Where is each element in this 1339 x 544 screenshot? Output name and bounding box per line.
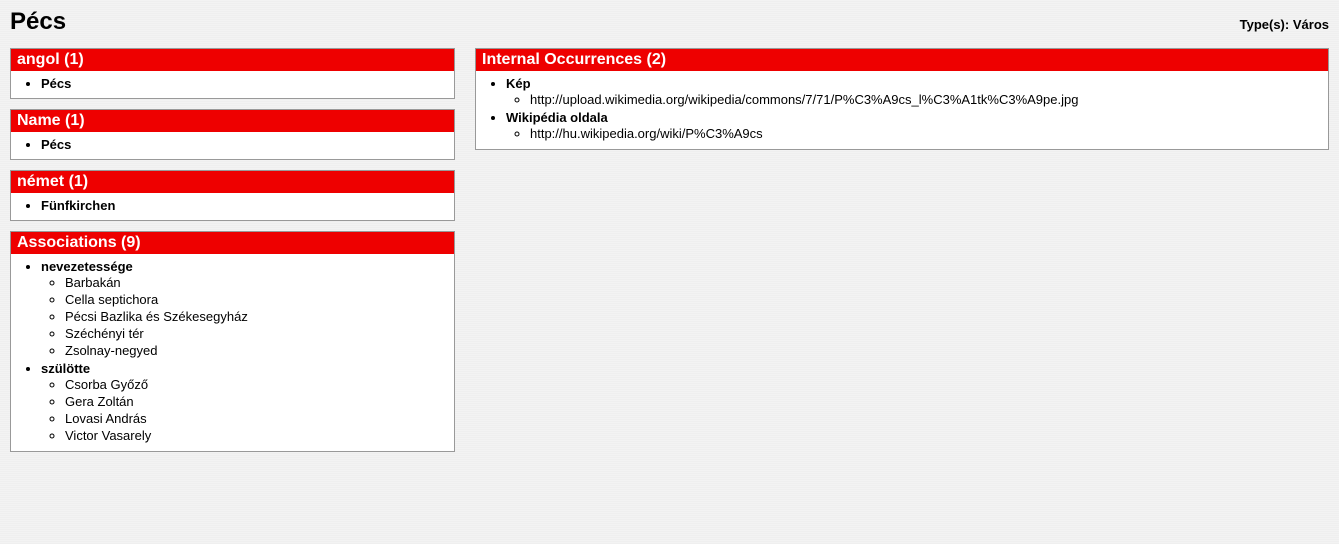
panel: német (1) Fünfkirchen — [10, 170, 455, 221]
list-item-label: Kép — [506, 76, 531, 91]
panel-body: Pécs — [11, 71, 454, 98]
sub-list-item: http://hu.wikipedia.org/wiki/P%C3%A9cs — [530, 125, 1322, 142]
sub-list-item: Cella septichora — [65, 291, 448, 308]
panel-header: Internal Occurrences (2) — [476, 49, 1328, 71]
list-item: nevezetességeBarbakánCella septichoraPéc… — [41, 258, 448, 360]
list-item-label: nevezetessége — [41, 259, 133, 274]
panel: Internal Occurrences (2) Képhttp://upload… — [475, 48, 1329, 150]
panel: angol (1) Pécs — [10, 48, 455, 99]
panel-body: Képhttp://upload.wikimedia.org/wikipedia… — [476, 71, 1328, 149]
type-value: Város — [1293, 17, 1329, 32]
list-item: Fünfkirchen — [41, 197, 448, 214]
item-list: Pécs — [17, 75, 448, 92]
sub-list: BarbakánCella septichoraPécsi Bazlika és… — [41, 274, 448, 359]
panel-header: angol (1) — [11, 49, 454, 71]
list-item: Pécs — [41, 75, 448, 92]
sub-list: Csorba GyőzőGera ZoltánLovasi AndrásVict… — [41, 376, 448, 444]
col-left: angol (1) Pécs Name (1) Pécs német (1) Fünfki… — [10, 48, 455, 462]
sub-list: http://hu.wikipedia.org/wiki/P%C3%A9cs — [506, 125, 1322, 142]
header-row: Pécs Type(s): Város — [10, 8, 1329, 36]
sub-list-item: Csorba Győző — [65, 376, 448, 393]
sub-list-item: http://upload.wikimedia.org/wikipedia/co… — [530, 91, 1322, 108]
panel-body: Fünfkirchen — [11, 193, 454, 220]
list-item: szülötteCsorba GyőzőGera ZoltánLovasi An… — [41, 360, 448, 445]
panel: Name (1) Pécs — [10, 109, 455, 160]
panel-header: német (1) — [11, 171, 454, 193]
list-item-label: Fünfkirchen — [41, 198, 115, 213]
panel-header: Name (1) — [11, 110, 454, 132]
panel: Associations (9) nevezetességeBarbakánCel… — [10, 231, 455, 452]
sub-list-item: Gera Zoltán — [65, 393, 448, 410]
sub-list-item: Zsolnay-negyed — [65, 342, 448, 359]
list-item-label: Pécs — [41, 137, 71, 152]
list-item-label: Pécs — [41, 76, 71, 91]
sub-list-item: Széchényi tér — [65, 325, 448, 342]
item-list: Képhttp://upload.wikimedia.org/wikipedia… — [482, 75, 1322, 143]
list-item-label: szülötte — [41, 361, 90, 376]
panel-header: Associations (9) — [11, 232, 454, 254]
sub-list: http://upload.wikimedia.org/wikipedia/co… — [506, 91, 1322, 108]
sub-list-item: Pécsi Bazlika és Székesegyház — [65, 308, 448, 325]
list-item: Wikipédia oldalahttp://hu.wikipedia.org/… — [506, 109, 1322, 143]
type-line: Type(s): Város — [1240, 17, 1329, 32]
item-list: Pécs — [17, 136, 448, 153]
sub-list-item: Barbakán — [65, 274, 448, 291]
col-right: Internal Occurrences (2) Képhttp://upload… — [475, 48, 1329, 160]
page-title: Pécs — [10, 8, 66, 36]
list-item-label: Wikipédia oldala — [506, 110, 608, 125]
sub-list-item: Victor Vasarely — [65, 427, 448, 444]
list-item: Képhttp://upload.wikimedia.org/wikipedia… — [506, 75, 1322, 109]
panel-body: nevezetességeBarbakánCella septichoraPéc… — [11, 254, 454, 451]
panel-body: Pécs — [11, 132, 454, 159]
list-item: Pécs — [41, 136, 448, 153]
item-list: Fünfkirchen — [17, 197, 448, 214]
sub-list-item: Lovasi András — [65, 410, 448, 427]
columns: angol (1) Pécs Name (1) Pécs német (1) Fünfki… — [10, 48, 1329, 462]
item-list: nevezetességeBarbakánCella septichoraPéc… — [17, 258, 448, 445]
type-label: Type(s): — [1240, 17, 1290, 32]
